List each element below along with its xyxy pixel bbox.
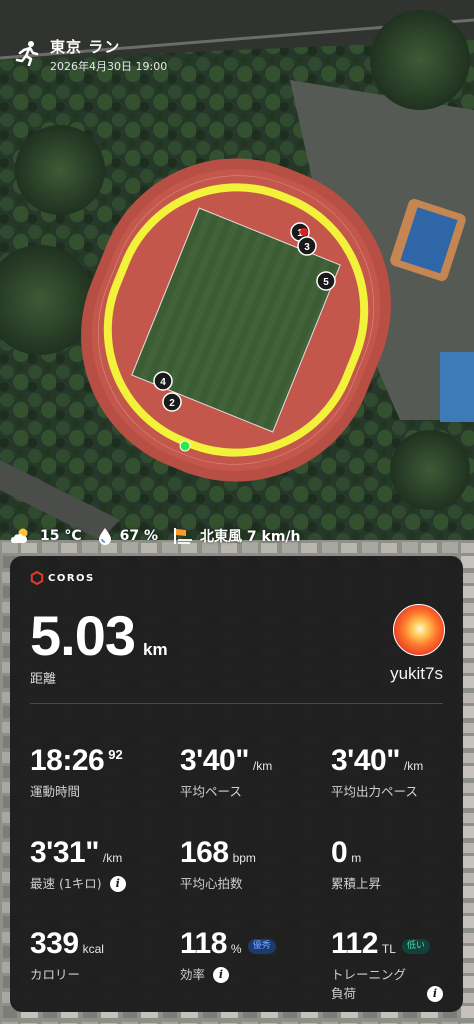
distance-number: 5.03: [30, 604, 136, 667]
stat-unit: m: [351, 851, 362, 865]
route-marker-3[interactable]: 3: [297, 236, 317, 256]
stat-value: 0: [331, 836, 348, 869]
stat-label: 運動時間: [30, 784, 81, 799]
distance-value: 5.03 km: [30, 606, 168, 666]
efficiency-badge: 優秀: [247, 939, 276, 954]
divider: [30, 703, 443, 704]
stat-avg-heart-rate: 168 bpm 平均心拍数: [180, 836, 256, 893]
stat-label: 最速 (1キロ): [30, 876, 102, 891]
stat-label: 平均出力ペース: [331, 784, 418, 799]
humidity-value: 67 %: [119, 528, 159, 544]
stat-label: 平均ペース: [180, 784, 242, 799]
activity-header: 東京 ラン 2026年4月30日 19:00: [14, 38, 167, 73]
stat-label: 累積上昇: [331, 876, 382, 891]
stat-value: 168: [180, 836, 229, 869]
stat-calories: 339 kcal カロリー: [30, 927, 104, 984]
stat-value: 118: [180, 927, 227, 960]
stat-unit: bpm: [232, 851, 256, 865]
stat-unit: kcal: [82, 942, 104, 956]
stat-efficiency: 118% 優秀 効率 i: [180, 927, 276, 984]
stat-sup: 92: [108, 747, 123, 762]
activity-title: 東京 ラン: [50, 38, 121, 56]
stat-fastest-km: 3'31"/km 最速 (1キロ) i: [30, 836, 126, 893]
stat-value: 3'40": [180, 744, 249, 777]
stat-label: 効率: [180, 967, 206, 982]
stat-elevation-gain: 0m 累積上昇: [331, 836, 381, 893]
stat-unit: TL: [381, 942, 396, 956]
start-point: [179, 440, 191, 452]
stat-value: 3'31": [30, 836, 99, 869]
svg-text:3: 3: [304, 242, 310, 253]
stat-value: 339: [30, 927, 79, 960]
distance-label: 距離: [30, 672, 57, 687]
stat-duration: 18:26 92 運動時間: [30, 744, 123, 801]
brand-name: COROS: [48, 572, 95, 584]
stat-training-load: 112 TL 低い トレーニング 負荷 i: [331, 927, 443, 1003]
route-marker-4[interactable]: 4: [153, 371, 173, 391]
stat-label-line2: 負荷: [331, 986, 357, 1001]
distance-unit: km: [143, 640, 168, 659]
stat-avg-power-pace: 3'40"/km 平均出力ペース: [331, 744, 423, 801]
stat-label: トレーニング: [331, 967, 407, 982]
training-load-badge: 低い: [401, 939, 430, 954]
stat-unit: /km: [102, 851, 123, 865]
finish-point: [300, 228, 308, 236]
stat-value: 18:26: [30, 744, 105, 777]
info-icon[interactable]: i: [213, 966, 230, 983]
svg-text:4: 4: [160, 377, 166, 388]
stat-unit: /km: [252, 759, 273, 773]
stat-unit: /km: [403, 759, 424, 773]
brand-logo: COROS: [30, 571, 95, 585]
coros-logo-icon: [30, 571, 44, 585]
stat-value: 3'40": [331, 744, 400, 777]
water-drop-icon: [98, 528, 111, 545]
svg-text:2: 2: [169, 398, 175, 409]
temperature-value: 15 °C: [40, 528, 82, 544]
activity-datetime: 2026年4月30日 19:00: [50, 60, 168, 73]
route-marker-5[interactable]: 5: [316, 271, 336, 291]
partly-cloudy-icon: [11, 528, 28, 543]
info-icon[interactable]: i: [427, 985, 443, 1002]
svg-text:5: 5: [323, 277, 329, 288]
stat-label: カロリー: [30, 967, 81, 982]
stat-label: 平均心拍数: [180, 876, 243, 891]
username[interactable]: yukit7s: [390, 664, 443, 684]
stat-avg-pace: 3'40"/km 平均ペース: [180, 744, 272, 801]
weather-strip: 15 °C 67 % 北東風 7 km/h: [10, 524, 315, 548]
running-person-icon: [15, 41, 39, 66]
wind-flag-icon: [174, 528, 193, 544]
avatar[interactable]: [393, 604, 445, 656]
stat-unit: %: [230, 942, 242, 956]
route-marker-2[interactable]: 2: [162, 392, 182, 412]
stat-value: 112: [331, 927, 378, 960]
wind-value: 北東風 7 km/h: [200, 529, 301, 545]
activity-stats-card: COROS 5.03 km 距離 yukit7s 18:26 92 運動時間 3'…: [10, 556, 463, 1012]
info-icon[interactable]: i: [109, 875, 126, 892]
